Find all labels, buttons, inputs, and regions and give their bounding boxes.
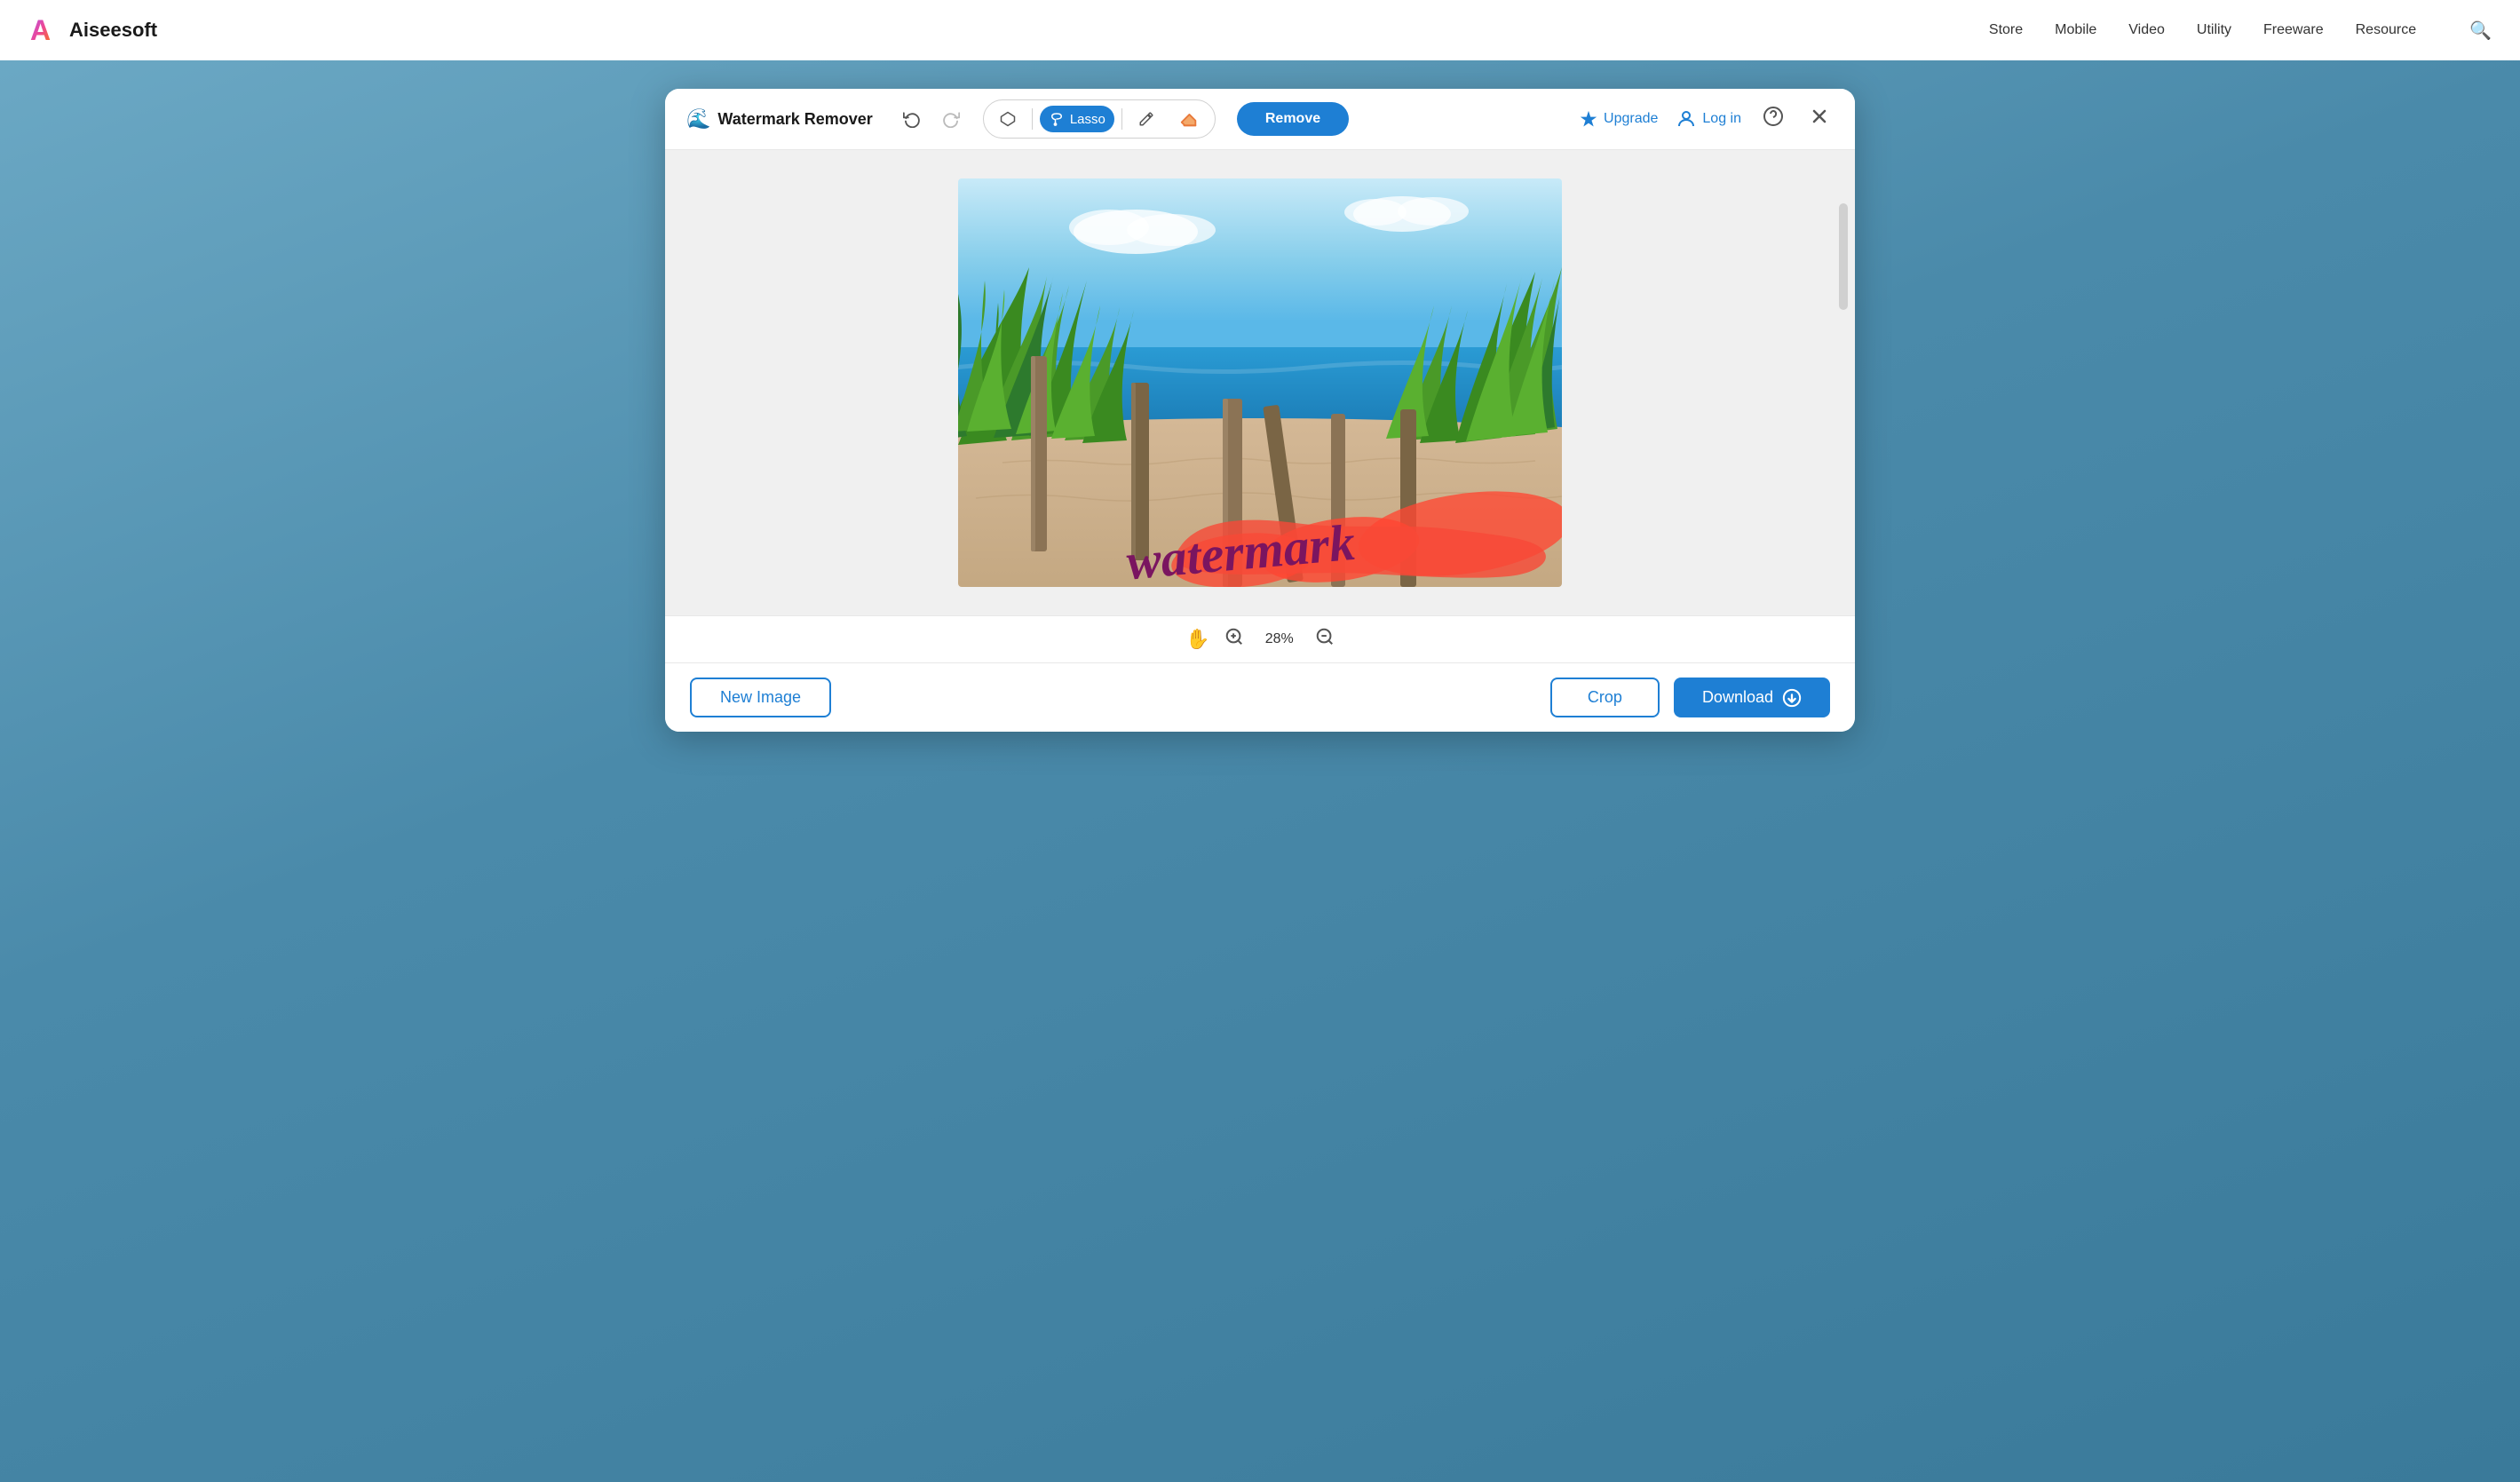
download-button[interactable]: Download: [1674, 678, 1830, 717]
svg-text:A: A: [30, 14, 51, 46]
download-icon: [1782, 688, 1802, 708]
undo-redo-group: [894, 105, 969, 133]
bottom-right-actions: Crop Download: [1550, 678, 1830, 717]
new-image-button[interactable]: New Image: [690, 678, 831, 717]
nav-links: Store Mobile Video Utility Freeware Reso…: [1989, 20, 2492, 42]
brush-tool-button[interactable]: [1129, 106, 1163, 132]
logo-text: Aiseesoft: [69, 19, 157, 42]
crop-button[interactable]: Crop: [1550, 678, 1660, 717]
nav-utility[interactable]: Utility: [2197, 22, 2231, 38]
nav-freeware[interactable]: Freeware: [2263, 22, 2324, 38]
app-window: 🌊 Watermark Remover: [665, 89, 1855, 732]
watermark-remover-icon: 🌊: [686, 107, 710, 131]
nav-video[interactable]: Video: [2128, 22, 2165, 38]
search-icon[interactable]: 🔍: [2469, 20, 2492, 42]
zoom-percentage: 28%: [1258, 631, 1301, 647]
upgrade-button[interactable]: Upgrade: [1579, 109, 1658, 129]
nav-resource[interactable]: Resource: [2356, 22, 2416, 38]
bottom-bar: New Image Crop Download: [665, 662, 1855, 732]
upgrade-label: Upgrade: [1604, 111, 1658, 127]
tool-divider-2: [1121, 108, 1122, 130]
toolbar: 🌊 Watermark Remover: [665, 89, 1855, 150]
app-title-text: Watermark Remover: [717, 110, 872, 129]
grab-icon[interactable]: ✋: [1185, 628, 1209, 651]
navbar: A Aiseesoft Store Mobile Video Utility F…: [0, 0, 2520, 60]
zoom-out-button[interactable]: [1315, 627, 1335, 652]
lasso-label: Lasso: [1070, 112, 1105, 127]
polygon-tool-button[interactable]: [991, 106, 1025, 132]
redo-button[interactable]: [933, 105, 969, 133]
undo-button[interactable]: [894, 105, 930, 133]
logo: A Aiseesoft: [28, 13, 1989, 47]
scrollbar[interactable]: [1839, 203, 1848, 310]
page-background: 🌊 Watermark Remover: [0, 60, 2520, 1482]
download-label: Download: [1702, 688, 1773, 707]
zoom-bar: ✋ 28%: [665, 615, 1855, 662]
nav-mobile[interactable]: Mobile: [2055, 22, 2096, 38]
canvas-area[interactable]: watermark: [665, 150, 1855, 615]
login-button[interactable]: Log in: [1676, 108, 1741, 130]
zoom-in-button[interactable]: [1224, 627, 1244, 652]
lasso-tool-button[interactable]: Lasso: [1040, 106, 1114, 132]
beach-image: watermark: [958, 178, 1562, 587]
login-label: Log in: [1702, 111, 1741, 127]
close-button[interactable]: [1805, 102, 1834, 136]
tool-group: Lasso: [983, 99, 1216, 139]
toolbar-right: Upgrade Log in: [1579, 102, 1834, 136]
eraser-tool-button[interactable]: [1170, 104, 1208, 134]
help-button[interactable]: [1759, 102, 1787, 136]
app-title: 🌊 Watermark Remover: [686, 107, 873, 131]
tool-divider-1: [1032, 108, 1033, 130]
nav-store[interactable]: Store: [1989, 22, 2023, 38]
logo-icon: A: [28, 13, 62, 47]
image-container: watermark: [958, 178, 1562, 587]
remove-button[interactable]: Remove: [1237, 102, 1349, 136]
